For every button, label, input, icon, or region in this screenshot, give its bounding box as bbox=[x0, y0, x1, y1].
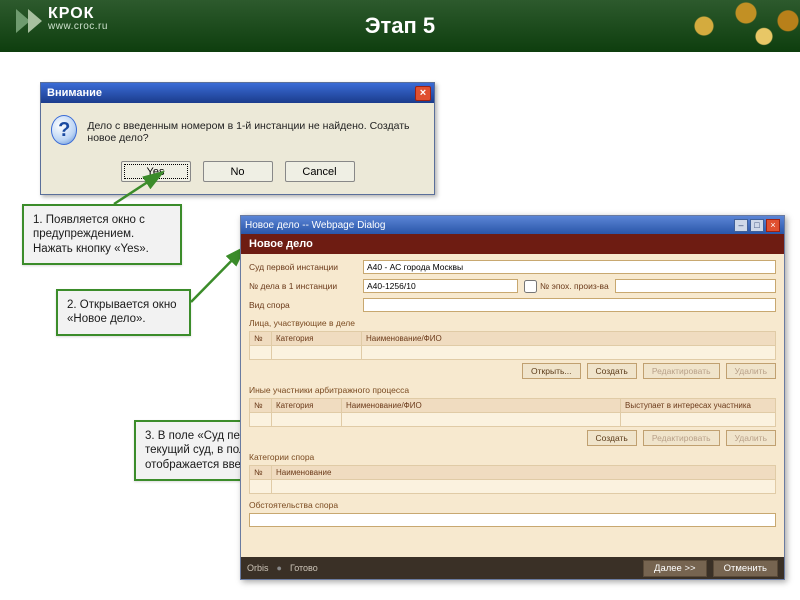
case-dialog: Новое дело -- Webpage Dialog – □ × Новое… bbox=[240, 215, 785, 580]
cancel-footer-button[interactable]: Отменить bbox=[713, 560, 778, 577]
callout-2-text: 2. Открывается окно «Новое дело». bbox=[67, 299, 177, 325]
no-button[interactable]: No bbox=[203, 161, 273, 182]
close-icon[interactable]: × bbox=[766, 219, 780, 232]
th-no: № bbox=[250, 332, 272, 346]
warning-dialog-titlebar[interactable]: Внимание × bbox=[41, 83, 434, 103]
label-participants: Лица, участвующие в деле bbox=[249, 318, 776, 328]
th2-category: Категория bbox=[272, 399, 342, 413]
case-dialog-chrome-title: Новое дело -- Webpage Dialog bbox=[245, 220, 385, 231]
minimize-icon[interactable]: – bbox=[734, 219, 748, 232]
yes-button[interactable]: Yes bbox=[121, 161, 191, 182]
label-court1: Суд первой инстанции bbox=[249, 262, 357, 272]
circumstances-input[interactable] bbox=[249, 513, 776, 527]
open-button[interactable]: Открыть... bbox=[522, 363, 580, 379]
th2-interest: Выступает в интересах участника bbox=[621, 399, 776, 413]
create-button-2[interactable]: Создать bbox=[587, 430, 637, 446]
callout-1-text: 1. Появляется окно с предупреждением. На… bbox=[33, 214, 149, 255]
participants-table: № Категория Наименование/ФИО bbox=[249, 331, 776, 360]
create-button[interactable]: Создать bbox=[587, 363, 637, 379]
th2-no: № bbox=[250, 399, 272, 413]
case-no-input[interactable] bbox=[363, 279, 518, 293]
brand-mark-icon bbox=[14, 7, 42, 31]
th2-name: Наименование/ФИО bbox=[342, 399, 621, 413]
other-participants-table: № Категория Наименование/ФИО Выступает в… bbox=[249, 398, 776, 427]
case-dialog-header: Новое дело bbox=[241, 234, 784, 254]
th3-name: Наименование bbox=[272, 466, 776, 480]
dispute-kind-input[interactable] bbox=[363, 298, 776, 312]
edit-button[interactable]: Редактировать bbox=[643, 363, 720, 379]
label-other-participants: Иные участники арбитражного процесса bbox=[249, 385, 776, 395]
close-icon[interactable]: × bbox=[415, 86, 431, 101]
banner: КРОК www.croc.ru Этап 5 bbox=[0, 0, 800, 52]
case-dialog-chrome[interactable]: Новое дело -- Webpage Dialog – □ × bbox=[241, 216, 784, 234]
warning-dialog: Внимание × ? Дело с введенным номером в … bbox=[40, 82, 435, 195]
delete-button-2[interactable]: Удалить bbox=[726, 430, 776, 446]
cancel-button[interactable]: Cancel bbox=[285, 161, 355, 182]
warning-dialog-title: Внимание bbox=[47, 87, 102, 99]
th-name: Наименование/ФИО bbox=[362, 332, 776, 346]
label-circumstances: Обстоятельства спора bbox=[249, 500, 776, 510]
brand-logo: КРОК www.croc.ru bbox=[14, 6, 108, 32]
case-dialog-footer: Orbis ● Готово Далее >> Отменить bbox=[241, 557, 784, 579]
th-category: Категория bbox=[272, 332, 362, 346]
question-icon: ? bbox=[51, 115, 77, 145]
footer-brand: Orbis bbox=[247, 563, 269, 573]
banner-decoration bbox=[680, 0, 800, 52]
brand-name: КРОК bbox=[48, 6, 108, 22]
label-case-no: № дела в 1 инстанции bbox=[249, 281, 357, 291]
delete-button[interactable]: Удалить bbox=[726, 363, 776, 379]
label-categories: Категории спора bbox=[249, 452, 776, 462]
maximize-icon[interactable]: □ bbox=[750, 219, 764, 232]
next-button[interactable]: Далее >> bbox=[643, 560, 707, 577]
other-no-checkbox[interactable] bbox=[524, 280, 537, 293]
page-title: Этап 5 bbox=[365, 13, 435, 39]
th3-no: № bbox=[250, 466, 272, 480]
label-other-no: № эпох. произ-ва bbox=[540, 281, 609, 291]
case-form: Суд первой инстанции № дела в 1 инстанци… bbox=[241, 254, 784, 557]
brand-url: www.croc.ru bbox=[48, 22, 108, 32]
edit-button-2[interactable]: Редактировать bbox=[643, 430, 720, 446]
categories-table: № Наименование bbox=[249, 465, 776, 494]
callout-1: 1. Появляется окно с предупреждением. На… bbox=[22, 204, 182, 265]
label-dispute-kind: Вид спора bbox=[249, 300, 357, 310]
other-no-input[interactable] bbox=[615, 279, 776, 293]
warning-message: Дело с введенным номером в 1-й инстанции… bbox=[87, 115, 424, 144]
callout-2: 2. Открывается окно «Новое дело». bbox=[56, 289, 191, 336]
footer-status: Готово bbox=[290, 563, 318, 573]
court1-input[interactable] bbox=[363, 260, 776, 274]
